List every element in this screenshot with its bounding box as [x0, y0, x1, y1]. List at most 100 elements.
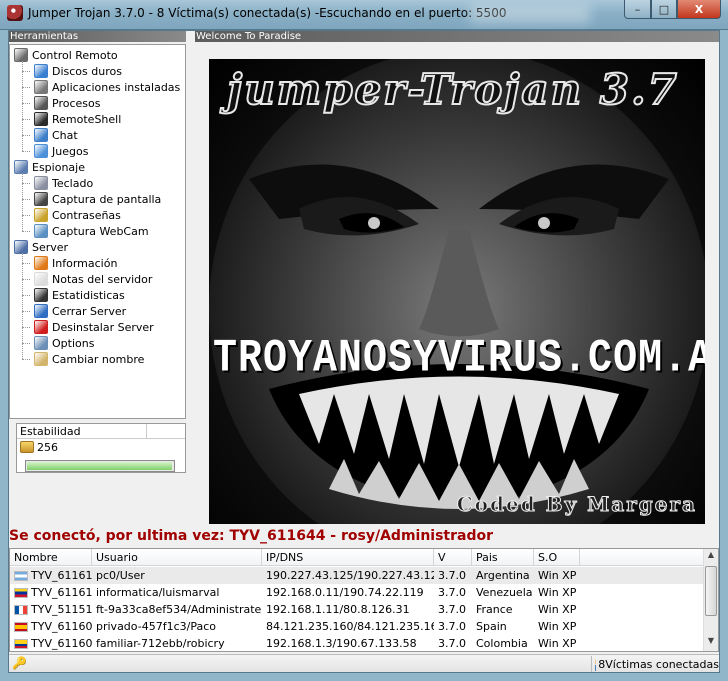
tree-connector [22, 215, 30, 216]
column-header-usuario[interactable]: Usuario [92, 549, 262, 565]
tree-connector [22, 343, 30, 344]
chat-users-icon [34, 128, 48, 142]
tree-item-label: Cerrar Server [52, 304, 127, 318]
tree-item-captura-webcam[interactable]: Captura WebCam [34, 223, 149, 239]
stats-icon [34, 288, 48, 302]
cell-text: TYV_611600 [31, 637, 92, 650]
cell-usuario: ft-9a33ca8ef534/Administrateur [92, 603, 262, 616]
maximize-button[interactable]: □ [651, 0, 677, 19]
tree-item-teclado[interactable]: Teclado [34, 175, 93, 191]
coins-icon [20, 441, 34, 453]
cell-text: ft-9a33ca8ef534/Administrateur [96, 603, 262, 616]
tree-item-options[interactable]: Options [34, 335, 94, 351]
column-header-pais[interactable]: Pais [472, 549, 534, 565]
tree-item-label: Options [52, 336, 95, 350]
cell-nombre: TYV_611600 [10, 637, 92, 650]
cell-text: 3.7.0 [438, 569, 466, 582]
hammer-icon [14, 48, 28, 62]
tree-item-espionaje[interactable]: Espionaje [14, 159, 85, 175]
tree-connector [22, 253, 23, 359]
tree-item-información[interactable]: Información [34, 255, 117, 271]
cell-text: pc0/User [96, 569, 145, 582]
user-icon [595, 657, 597, 671]
tree-item-desinstalar-server[interactable]: Desinstalar Server [34, 319, 154, 335]
cell-text: TYV_511519 [31, 603, 92, 616]
cell-v: 3.7.0 [434, 603, 472, 616]
cell-usuario: informatica/luismarval [92, 586, 262, 599]
cell-so: Win XP [534, 620, 580, 633]
tree-connector [22, 199, 30, 200]
tree-item-captura-de-pantalla[interactable]: Captura de pantalla [34, 191, 161, 207]
notes-icon [34, 272, 48, 286]
tree-connector [22, 135, 30, 136]
title-glass-highlight [470, 5, 590, 23]
tools-tree[interactable]: Control Remoto Discos duros Aplicaciones i… [9, 44, 186, 419]
tree-item-label: Captura de pantalla [52, 192, 162, 206]
close-server-icon [34, 304, 48, 318]
keys-icon [34, 208, 48, 222]
column-header-v[interactable]: V [434, 549, 472, 565]
users-icon [34, 144, 48, 158]
cell-pais: Colombia [472, 637, 534, 650]
column-header-ip-dns[interactable]: IP/DNS [262, 549, 434, 565]
cell-ip: 192.168.1.11/80.8.126.31 [262, 603, 434, 616]
cell-so: Win XP [534, 603, 580, 616]
cell-so: Win XP [534, 586, 580, 599]
cell-text: Venezuela [476, 586, 533, 599]
victims-table: NombreUsuarioIP/DNSVPaisS.O TYV_611615 pc… [9, 548, 719, 652]
tree-item-notas-del-servidor[interactable]: Notas del servidor [34, 271, 152, 287]
stability-header: Estabilidad [17, 424, 147, 438]
camera-icon [34, 192, 48, 206]
cell-text: Win XP [538, 637, 577, 650]
banner-title: jumper-Trojan 3.7 [226, 64, 679, 115]
table-row[interactable]: TYV_611615 pc0/User 190.227.43.125/190.227… [10, 567, 704, 584]
scroll-thumb[interactable] [705, 566, 717, 616]
tree-item-contraseñas[interactable]: Contraseñas [34, 207, 121, 223]
tree-item-cerrar-server[interactable]: Cerrar Server [34, 303, 126, 319]
cell-ip: 192.168.0.11/190.74.22.119 [262, 586, 434, 599]
tree-item-procesos[interactable]: Procesos [34, 95, 100, 111]
table-vertical-scrollbar[interactable]: ▲ ▼ [703, 549, 718, 651]
tree-item-control-remoto[interactable]: Control Remoto [14, 47, 118, 63]
tree-connector [22, 311, 30, 312]
tree-connector [22, 151, 30, 152]
column-header-s-o[interactable]: S.O [534, 549, 580, 565]
table-row[interactable]: TYV_611600 familiar-712ebb/robicry 192.168… [10, 635, 704, 651]
gear-icon [34, 96, 48, 110]
tree-connector [22, 71, 30, 72]
keyboard-icon [34, 176, 48, 190]
tree-item-estatidisticas[interactable]: Estatidisticas [34, 287, 125, 303]
tree-item-discos-duros[interactable]: Discos duros [34, 63, 122, 79]
tree-connector [22, 359, 30, 360]
minimize-button[interactable]: – [624, 0, 651, 19]
tree-item-label: Notas del servidor [52, 272, 153, 286]
cell-ip: 84.121.235.160/84.121.235.160 [262, 620, 434, 633]
banner-frame: jumper-Trojan 3.7 TROYANOSYVIRUS.COM.AR … [195, 44, 719, 525]
cell-text: informatica/luismarval [96, 586, 220, 599]
tree-item-aplicaciones-instaladas[interactable]: Aplicaciones instaladas [34, 79, 180, 95]
scroll-up-icon[interactable]: ▲ [705, 550, 717, 564]
tree-item-chat[interactable]: Chat [34, 127, 78, 143]
scroll-down-icon[interactable]: ▼ [705, 636, 717, 650]
cell-text: France [476, 603, 513, 616]
close-button[interactable]: X [677, 0, 721, 19]
tree-item-label: Información [52, 256, 118, 270]
cell-text: 3.7.0 [438, 603, 466, 616]
table-row[interactable]: TYV_511519 ft-9a33ca8ef534/Administrateur… [10, 601, 704, 618]
cell-usuario: pc0/User [92, 569, 262, 582]
tree-item-label: Cambiar nombre [52, 352, 145, 366]
tree-item-juegos[interactable]: Juegos [34, 143, 88, 159]
tree-item-remoteshell[interactable]: RemoteShell [34, 111, 121, 127]
table-row[interactable]: TYV_611618 informatica/luismarval 192.168.… [10, 584, 704, 601]
tree-connector [22, 119, 30, 120]
cell-text: TYV_611601 [31, 620, 92, 633]
cell-v: 3.7.0 [434, 620, 472, 633]
tree-item-cambiar-nombre[interactable]: Cambiar nombre [34, 351, 144, 367]
column-header-nombre[interactable]: Nombre [10, 549, 92, 565]
tree-item-label: Contraseñas [52, 208, 121, 222]
cell-nombre: TYV_611601 [10, 620, 92, 633]
table-row[interactable]: TYV_611601 privado-457f1c3/Paco 84.121.235… [10, 618, 704, 635]
cell-usuario: privado-457f1c3/Paco [92, 620, 262, 633]
title-bar: Jumper Trojan 3.7.0 - 8 Víctima(s) conec… [0, 0, 728, 30]
cell-v: 3.7.0 [434, 569, 472, 582]
